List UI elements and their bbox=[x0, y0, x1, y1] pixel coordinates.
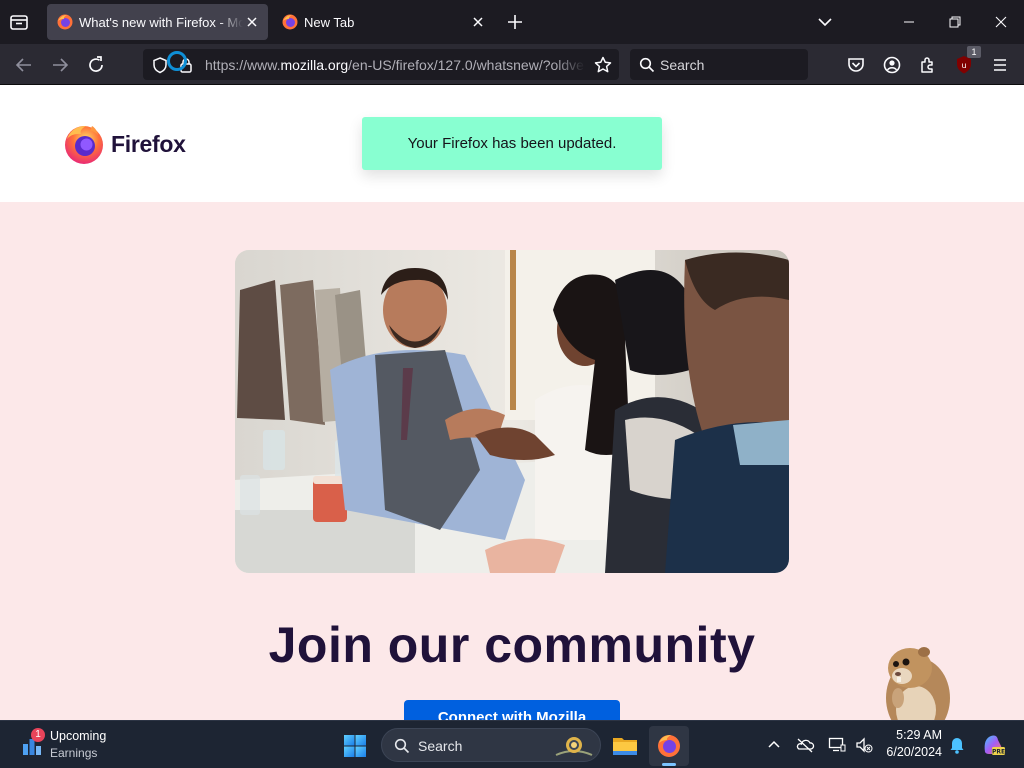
address-bar[interactable]: https://www.mozilla.org/en-US/firefox/12… bbox=[143, 49, 619, 80]
widget-subtitle: Earnings bbox=[50, 746, 98, 760]
notification-bell-icon[interactable] bbox=[948, 735, 966, 755]
firefox-icon bbox=[282, 14, 298, 30]
pocket-icon[interactable] bbox=[843, 52, 869, 78]
tab-new-tab[interactable]: New Tab bbox=[272, 4, 494, 40]
search-icon bbox=[639, 57, 655, 73]
update-notification: Your Firefox has been updated. bbox=[362, 117, 662, 170]
clock-time: 5:29 AM bbox=[896, 728, 942, 742]
community-photo bbox=[235, 250, 789, 573]
navigation-toolbar: https://www.mozilla.org/en-US/firefox/12… bbox=[0, 44, 1024, 85]
taskbar-search-label: Search bbox=[418, 738, 463, 754]
tab-whats-new[interactable]: What's new with Firefox - More bbox=[47, 4, 268, 40]
close-icon[interactable] bbox=[244, 14, 260, 30]
restore-icon[interactable] bbox=[932, 0, 978, 44]
svg-text:u: u bbox=[961, 61, 966, 70]
widgets-button[interactable]: 1 Upcoming Earnings bbox=[18, 726, 138, 764]
hamburger-menu-icon[interactable] bbox=[987, 52, 1013, 78]
brand-wordmark[interactable]: Firefox bbox=[111, 131, 186, 158]
tab-strip: What's new with Firefox - More New Tab bbox=[0, 0, 1024, 44]
forward-arrow-icon[interactable] bbox=[47, 52, 73, 78]
firefox-icon bbox=[57, 14, 73, 30]
reload-icon[interactable] bbox=[83, 52, 109, 78]
extensions-icon[interactable] bbox=[915, 52, 941, 78]
url-prefix: https://www. bbox=[205, 57, 281, 73]
search-icon bbox=[394, 738, 410, 754]
url-domain: mozilla.org bbox=[280, 57, 349, 73]
file-explorer-icon[interactable] bbox=[605, 726, 645, 766]
loading-indicator-icon bbox=[167, 51, 187, 71]
clock-date: 6/20/2024 bbox=[886, 745, 942, 759]
tab-list-icon[interactable] bbox=[8, 11, 30, 33]
svg-text:PRE: PRE bbox=[992, 749, 1005, 756]
widget-title: Upcoming bbox=[50, 729, 107, 743]
page-header: Firefox Your Firefox has been updated. bbox=[0, 85, 1024, 202]
search-highlight-icon bbox=[554, 733, 594, 759]
network-sound-icon[interactable] bbox=[854, 735, 874, 755]
display-icon[interactable] bbox=[827, 735, 847, 755]
onedrive-icon[interactable] bbox=[795, 735, 815, 755]
plus-icon[interactable] bbox=[504, 11, 526, 33]
search-bar[interactable]: Search bbox=[630, 49, 808, 80]
account-icon[interactable] bbox=[879, 52, 905, 78]
tab-title: New Tab bbox=[304, 15, 355, 30]
widget-badge: 1 bbox=[31, 728, 45, 742]
update-notification-text: Your Firefox has been updated. bbox=[407, 135, 617, 152]
bookmark-star-icon[interactable] bbox=[593, 55, 613, 75]
copilot-icon[interactable]: PRE bbox=[980, 732, 1006, 758]
firefox-taskbar-icon[interactable] bbox=[649, 726, 689, 766]
web-page: Firefox Your Firefox has been updated. J… bbox=[0, 85, 1024, 720]
tab-title: What's new with Firefox - More bbox=[79, 15, 243, 30]
back-arrow-icon[interactable] bbox=[11, 52, 37, 78]
system-clock[interactable]: 5:29 AM 6/20/2024 bbox=[880, 727, 942, 761]
url-path: /en-US/firefox/127.0/whatsnew/?oldve bbox=[348, 57, 584, 73]
connect-button[interactable]: Connect with Mozilla bbox=[404, 700, 620, 720]
extension-count-badge: 1 bbox=[967, 46, 981, 58]
minimize-icon[interactable] bbox=[886, 0, 932, 44]
hamster-sticker-icon bbox=[868, 638, 958, 720]
screen: What's new with Firefox - More New Tab h… bbox=[0, 0, 1024, 768]
windows-start-icon[interactable] bbox=[340, 731, 370, 761]
ublock-icon[interactable]: u 1 bbox=[951, 46, 981, 78]
search-placeholder: Search bbox=[660, 57, 705, 73]
windows-taskbar: 1 Upcoming Earnings Search 5:29 AM 6/20/… bbox=[0, 720, 1024, 768]
window-close-icon[interactable] bbox=[978, 0, 1024, 44]
chevron-up-icon[interactable] bbox=[764, 735, 784, 755]
firefox-logo-icon[interactable] bbox=[64, 123, 104, 165]
url-text[interactable]: https://www.mozilla.org/en-US/firefox/12… bbox=[205, 57, 585, 73]
taskbar-search-box[interactable]: Search bbox=[381, 728, 601, 762]
chevron-down-icon[interactable] bbox=[814, 11, 836, 33]
close-icon[interactable] bbox=[470, 14, 486, 30]
